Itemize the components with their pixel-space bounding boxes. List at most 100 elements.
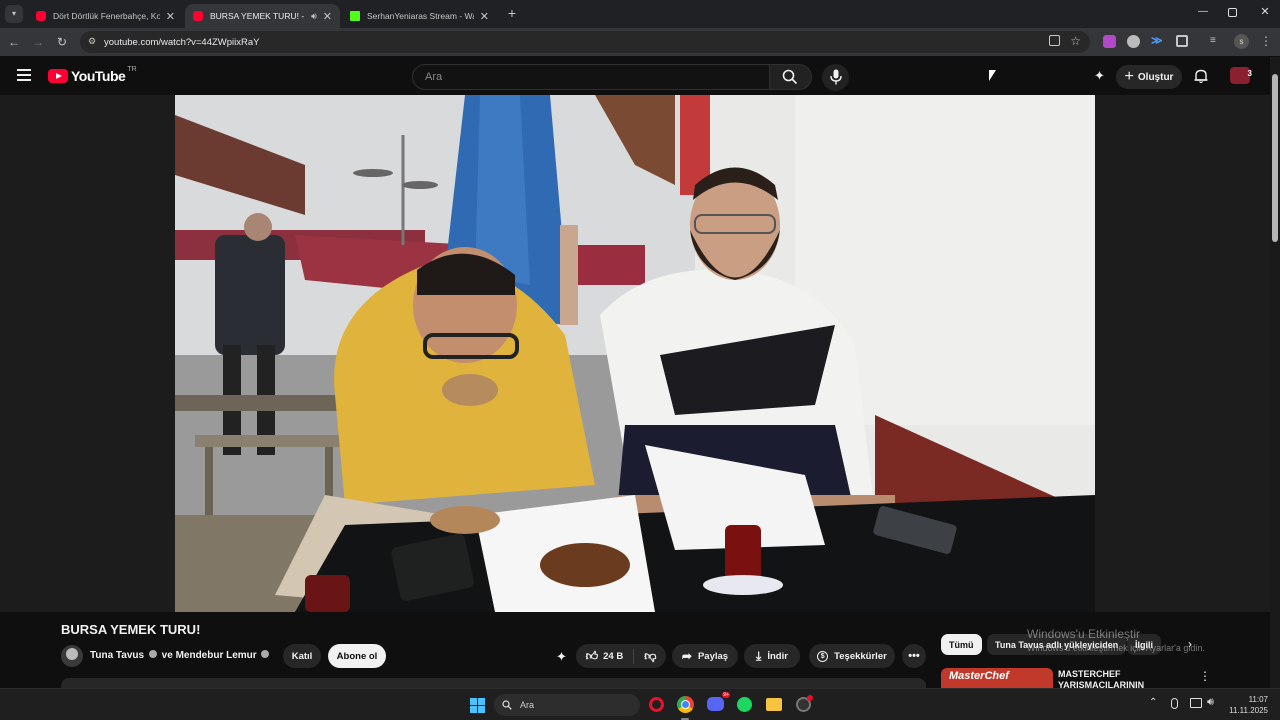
logo-text: YouTube bbox=[71, 68, 126, 84]
voice-search-button[interactable] bbox=[822, 64, 849, 91]
notification-badge: 3 bbox=[1247, 69, 1252, 78]
app-icon[interactable] bbox=[796, 695, 813, 712]
tab-title: Dört Dörtlük Fenerbahçe, Kocae bbox=[53, 11, 160, 21]
install-app-icon[interactable] bbox=[1049, 35, 1060, 46]
kick-icon bbox=[350, 11, 360, 21]
share-button[interactable]: ➦ Paylaş bbox=[672, 644, 738, 668]
video-player[interactable] bbox=[0, 68, 1277, 612]
search-icon bbox=[782, 69, 798, 85]
like-button[interactable]: 👍︎ 24 B bbox=[585, 648, 635, 664]
back-icon[interactable]: ← bbox=[6, 34, 22, 50]
site-info-icon[interactable]: ⚙ bbox=[88, 36, 98, 47]
thanks-button[interactable]: $ Teşekkürler bbox=[809, 644, 895, 668]
microphone-icon bbox=[830, 69, 842, 85]
tab-bursa-yemek-turu[interactable]: BURSA YEMEK TURU! - You 🔊︎ ✕ bbox=[185, 4, 340, 28]
ai-sparkle-icon[interactable]: ✦ bbox=[556, 649, 567, 665]
tab-title: SerhanYeniaras Stream - Watch bbox=[367, 11, 474, 21]
taskbar-search-placeholder: Ara bbox=[520, 700, 535, 710]
discord-badge: 9+ bbox=[722, 692, 730, 698]
volume-icon[interactable]: 🔊︎ bbox=[1207, 696, 1214, 709]
more-menu-icon[interactable]: ⋮ bbox=[1260, 34, 1272, 49]
media-control-icon[interactable]: ≡ bbox=[1210, 35, 1224, 47]
new-tab-button[interactable]: + bbox=[504, 5, 520, 21]
collab-channel-name[interactable]: Mendebur Lemur bbox=[176, 650, 257, 661]
video-title: BURSA YEMEK TURU! bbox=[61, 622, 201, 637]
close-icon[interactable]: ✕ bbox=[480, 10, 489, 23]
browser-toolbar: ← → ↻ ⚙ youtube.com/watch?v=44ZWpiixRaY … bbox=[0, 28, 1280, 56]
thumbnail-text: MasterChef bbox=[949, 670, 1009, 682]
channel-name[interactable]: Tuna Tavus bbox=[90, 650, 144, 661]
share-label: Paylaş bbox=[697, 650, 729, 662]
notifications-bell-icon[interactable] bbox=[1193, 68, 1209, 84]
recommendation-menu-icon[interactable]: ⋮ bbox=[1199, 669, 1211, 683]
restore-button[interactable] bbox=[1228, 8, 1237, 17]
extension-icon[interactable] bbox=[1127, 35, 1140, 48]
close-window-button[interactable]: ✕ bbox=[1258, 5, 1272, 19]
download-button[interactable]: ⤓ İndir bbox=[744, 644, 800, 668]
video-frame[interactable] bbox=[175, 95, 1095, 612]
reload-icon[interactable]: ↻ bbox=[54, 34, 70, 50]
clock[interactable]: 11:07 11.11.2025 bbox=[1226, 694, 1268, 716]
thanks-dollar-icon: $ bbox=[817, 650, 829, 662]
verified-icon bbox=[261, 650, 270, 658]
extensions-puzzle-icon[interactable] bbox=[1176, 35, 1188, 47]
network-icon[interactable] bbox=[1190, 698, 1202, 708]
youtube-play-icon bbox=[48, 69, 68, 83]
spotify-icon[interactable] bbox=[737, 697, 752, 712]
start-button-icon[interactable] bbox=[470, 698, 485, 713]
youtube-logo[interactable]: YouTube TR bbox=[48, 66, 137, 84]
address-bar[interactable]: ⚙ youtube.com/watch?v=44ZWpiixRaY ☆ bbox=[80, 31, 1090, 53]
windows-taskbar: Ara 9+ ⌃ 🔊︎ 11:07 11.11.2025 bbox=[0, 688, 1280, 720]
video-scene bbox=[175, 95, 1095, 612]
recommendation-thumbnail[interactable]: MasterChef bbox=[941, 668, 1053, 688]
page-scrollbar-track[interactable] bbox=[1270, 57, 1280, 688]
extension-icon[interactable]: ≫ bbox=[1151, 34, 1164, 48]
microphone-tray-icon[interactable] bbox=[1171, 698, 1178, 709]
download-label: İndir bbox=[767, 650, 788, 662]
verified-icon bbox=[148, 650, 157, 658]
search-icon bbox=[502, 700, 512, 710]
tab-search-button[interactable]: ▾ bbox=[5, 5, 23, 23]
chrome-icon[interactable] bbox=[677, 696, 694, 713]
discord-icon[interactable]: 9+ bbox=[707, 692, 730, 711]
file-explorer-icon[interactable] bbox=[766, 698, 782, 711]
page-scrollbar-thumb[interactable] bbox=[1272, 74, 1278, 242]
recommendation-title[interactable]: MASTERCHEF YARIŞMACILARININ bbox=[1058, 669, 1178, 688]
youtube-icon bbox=[193, 11, 203, 21]
url-text: youtube.com/watch?v=44ZWpiixRaY bbox=[104, 36, 260, 48]
tray-chevron-up-icon[interactable]: ⌃ bbox=[1149, 697, 1157, 708]
tab-serhan-stream[interactable]: SerhanYeniaras Stream - Watch ✕ bbox=[342, 4, 497, 28]
taskbar-search[interactable]: Ara bbox=[494, 694, 640, 716]
join-button[interactable]: Katıl bbox=[283, 644, 321, 668]
youtube-header: YouTube TR Ara ✦ + Oluştur 3 bbox=[0, 57, 1280, 95]
more-actions-button[interactable]: ••• bbox=[902, 644, 926, 668]
chip-all[interactable]: Tümü bbox=[941, 634, 982, 655]
close-icon[interactable]: ✕ bbox=[323, 10, 332, 23]
subscribe-button[interactable]: Abone ol bbox=[328, 644, 386, 668]
minimize-button[interactable]: — bbox=[1196, 6, 1210, 20]
plus-icon: + bbox=[1124, 68, 1134, 85]
like-dislike-group: 👍︎ 24 B 👎︎ bbox=[576, 644, 666, 668]
forward-icon[interactable]: → bbox=[30, 34, 46, 50]
activation-watermark-title: Windows'u Etkinleştir bbox=[1027, 627, 1140, 641]
bookmark-star-icon[interactable]: ☆ bbox=[1070, 34, 1081, 48]
account-avatar[interactable]: 3 bbox=[1230, 67, 1252, 84]
ai-sparkle-icon[interactable]: ✦ bbox=[1094, 68, 1105, 84]
tab-fenerbahce[interactable]: Dört Dörtlük Fenerbahçe, Kocae ✕ bbox=[28, 4, 183, 28]
menu-icon[interactable] bbox=[17, 69, 31, 81]
thumbs-up-icon: 👍︎ bbox=[585, 648, 599, 663]
create-label: Oluştur bbox=[1137, 71, 1174, 83]
close-icon[interactable]: ✕ bbox=[166, 10, 175, 23]
speaker-icon[interactable]: 🔊︎ bbox=[311, 11, 317, 22]
clock-time: 11:07 bbox=[1248, 695, 1268, 704]
channel-names[interactable]: Tuna Tavus ve Mendebur Lemur bbox=[90, 650, 270, 661]
profile-avatar[interactable]: s bbox=[1234, 34, 1249, 49]
like-count: 24 B bbox=[603, 650, 624, 662]
thumbs-down-icon[interactable]: 👎︎ bbox=[640, 649, 656, 664]
search-button[interactable] bbox=[770, 64, 812, 90]
channel-avatar[interactable] bbox=[61, 645, 83, 667]
opera-icon[interactable] bbox=[649, 697, 664, 712]
create-button[interactable]: + Oluştur bbox=[1116, 65, 1182, 89]
extension-icon[interactable] bbox=[1103, 35, 1116, 48]
search-input[interactable]: Ara bbox=[412, 64, 770, 90]
